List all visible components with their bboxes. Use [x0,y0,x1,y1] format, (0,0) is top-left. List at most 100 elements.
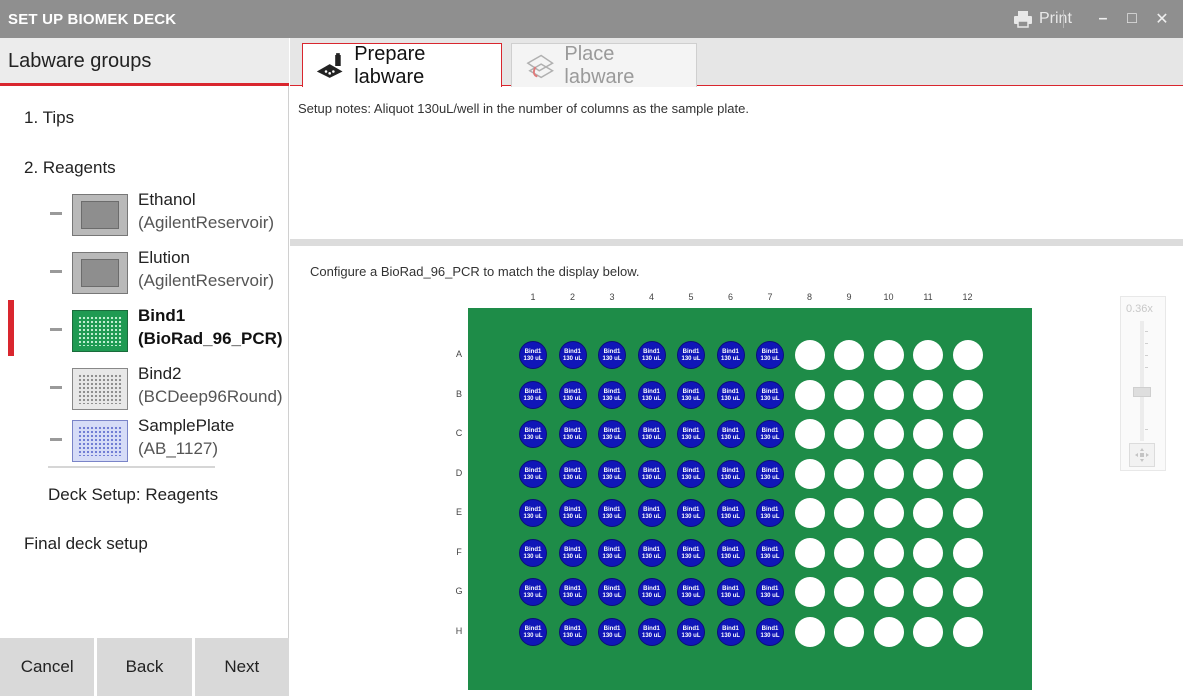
pan-button[interactable] [1129,443,1155,467]
well-label-reagent: Bind1 [761,349,779,355]
well-label-volume: 130 uL [523,632,543,639]
collapse-dash-icon [50,386,62,389]
well-filled: Bind1 130 uL [756,420,784,448]
zoom-slider-thumb[interactable] [1133,387,1151,397]
well-label-volume: 130 uL [720,593,740,599]
well-empty [834,458,864,489]
well-label-reagent: Bind1 [722,546,739,553]
sidebar-item-bind1[interactable]: Bind1 (BioRad_96_PCR) [0,300,289,362]
well-label-reagent: Bind1 [643,428,660,434]
well-label-reagent: Bind1 [643,546,660,553]
well-empty [834,340,864,370]
well-label-volume: 130 uL [562,395,582,402]
column-label: 8 [806,292,812,302]
well-label-volume: 130 uL [602,356,622,362]
well-filled: Bind1 130 uL [756,380,784,409]
well-empty [794,577,825,607]
well-label-reagent: Bind1 [643,625,660,632]
well-empty [913,498,943,528]
back-button[interactable]: Back [97,638,192,696]
well-filled: Bind1 130 uL [716,578,745,606]
well-filled: Bind1 130 uL [716,499,745,527]
well-empty [913,458,943,489]
well-label-reagent: Bind1 [761,586,779,592]
next-button[interactable]: Next [194,638,289,696]
well-label-volume: 130 uL [562,356,582,362]
well-filled: Bind1 130 uL [598,499,626,527]
close-button[interactable]: ✕ [1151,8,1173,30]
tab-prepare-labware[interactable]: Prepare labware [302,43,502,88]
sidebar-item-elution[interactable]: Elution (AgilentReservoir) [0,242,289,304]
well-label-reagent: Bind1 [603,625,621,632]
well-filled: Bind1 130 uL [598,459,626,488]
well-label-volume: 130 uL [720,356,740,362]
column-label: 1 [530,292,536,302]
zoom-slider-track[interactable] [1140,321,1144,441]
well-label-volume: 130 uL [602,474,622,481]
well-empty [952,616,983,647]
printer-icon [1014,11,1032,28]
well-label-reagent: Bind1 [524,586,542,592]
well-label-volume: 130 uL [681,356,701,362]
well-filled: Bind1 130 uL [677,617,705,646]
well-empty [952,419,983,449]
reservoir-thumbnail-icon [72,194,128,236]
well-label-reagent: Bind1 [603,586,621,592]
well-empty [794,537,825,568]
well-filled: Bind1 130 uL [519,499,547,527]
group-reagents[interactable]: 2. Reagents [24,158,116,178]
sidebar-item-sampleplate[interactable]: SamplePlate (AB_1127) [0,410,289,472]
zoom-control[interactable]: 0.36x [1120,296,1166,471]
well-empty [873,340,904,370]
panel-splitter[interactable] [290,239,1183,246]
well-label-reagent: Bind1 [603,507,621,513]
well-label-volume: 130 uL [602,593,622,599]
row-label: F [456,546,462,557]
well-label-volume: 130 uL [641,474,661,481]
plate-display: Bind1 130 uL Bind1 130 uL Bind1 130 uL Bind1 13… [468,308,1032,690]
well-label-reagent: Bind1 [722,349,739,355]
well-empty [952,498,983,528]
cancel-button[interactable]: Cancel [0,638,95,696]
well-label-volume: 130 uL [562,435,582,441]
well-label-reagent: Bind1 [564,546,581,553]
well-label-volume: 130 uL [523,514,543,520]
group-tips[interactable]: 1. Tips [24,108,74,128]
well-label-reagent: Bind1 [524,507,542,513]
well-filled: Bind1 130 uL [716,538,745,567]
well-filled: Bind1 130 uL [677,499,705,527]
labware-name: Ethanol [138,190,196,209]
well-filled: Bind1 130 uL [519,380,547,409]
well-filled: Bind1 130 uL [716,617,745,646]
configure-instructions: Configure a BioRad_96_PCR to match the d… [310,264,640,279]
well-label-volume: 130 uL [720,553,740,560]
well-filled: Bind1 130 uL [677,380,705,409]
well-label-reagent: Bind1 [682,586,700,592]
well-label-volume: 130 uL [523,593,543,599]
tab-place-labware[interactable]: Place labware [511,43,697,88]
well-label-reagent: Bind1 [564,428,581,434]
well-label-volume: 130 uL [641,553,661,560]
labware-name: Elution [138,248,190,267]
well-label-reagent: Bind1 [722,507,739,513]
well-filled: Bind1 130 uL [558,617,587,646]
labware-type: (BCDeep96Round) [138,387,283,406]
minimize-button[interactable]: – [1092,8,1114,30]
well-label-reagent: Bind1 [524,388,542,395]
well-empty [794,498,825,528]
well-label-volume: 130 uL [720,435,740,441]
titlebar-separator [1063,10,1064,28]
final-deck-setup[interactable]: Final deck setup [24,534,148,554]
well-label-reagent: Bind1 [722,388,739,395]
well-filled: Bind1 130 uL [716,380,745,409]
well-empty [873,498,904,528]
well-empty [913,340,943,370]
setup-notes: Setup notes: Aliquot 130uL/well in the n… [298,101,749,116]
deck-setup-reagents[interactable]: Deck Setup: Reagents [48,485,218,505]
well-filled: Bind1 130 uL [598,578,626,606]
maximize-button[interactable]: □ [1121,8,1143,30]
row-label: H [455,625,463,636]
sidebar-item-ethanol[interactable]: Ethanol (AgilentReservoir) [0,184,289,246]
labware-type: (AB_1127) [138,439,219,458]
well-filled: Bind1 130 uL [519,617,547,646]
